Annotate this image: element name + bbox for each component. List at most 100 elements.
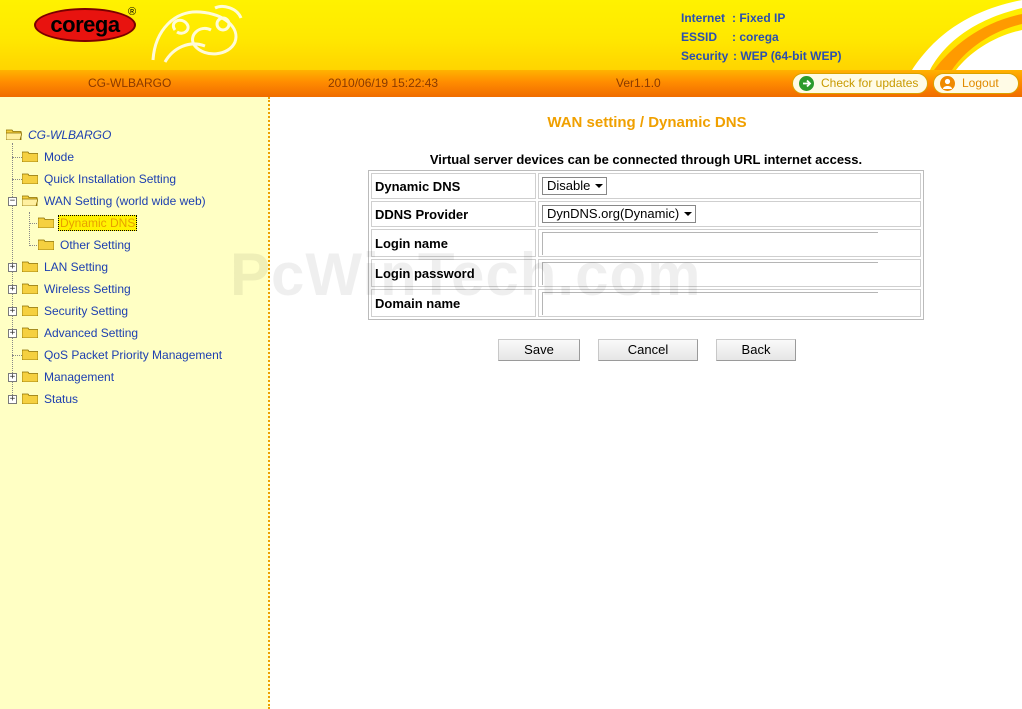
registered-mark: ®	[128, 6, 137, 18]
logo-text: corega	[50, 12, 120, 37]
tree-line	[12, 143, 13, 401]
sidebar-item-other-setting[interactable]: Other Setting	[38, 235, 238, 255]
refresh-icon	[799, 76, 814, 91]
cancel-button[interactable]: Cancel	[598, 339, 698, 361]
folder-icon	[22, 261, 38, 272]
check-updates-button[interactable]: Check for updates	[792, 73, 928, 94]
expand-plus-icon[interactable]: +	[8, 373, 17, 382]
expand-plus-icon[interactable]: +	[8, 329, 17, 338]
decorative-swirl-icon	[151, 4, 243, 63]
sidebar-item-label: Management	[44, 370, 115, 384]
navigation-tree: CG-WLBARGO Mode Quick Installation Setti…	[0, 97, 270, 709]
folder-icon	[38, 239, 54, 250]
logout-icon	[940, 76, 955, 91]
folder-icon	[22, 305, 38, 316]
expand-plus-icon[interactable]: +	[8, 263, 17, 272]
folder-icon	[22, 371, 38, 382]
status-key: ESSID	[681, 30, 718, 44]
dynamic-dns-selected-value: Disable	[547, 178, 591, 193]
sidebar-item-label: LAN Setting	[44, 260, 109, 274]
status-key: Internet	[681, 11, 726, 25]
folder-icon	[22, 173, 38, 184]
watermark: PcWinTech.com	[230, 241, 702, 308]
sidebar-item-security-setting[interactable]: Security Setting	[22, 301, 252, 321]
sidebar-item-quick-installation[interactable]: Quick Installation Setting	[22, 169, 252, 189]
ddns-provider-label: DDNS Provider	[371, 201, 536, 227]
dynamic-dns-label: Dynamic DNS	[371, 173, 536, 199]
intro-text: Virtual server devices can be connected …	[429, 152, 863, 167]
sidebar-item-label: Security Setting	[44, 304, 129, 318]
sidebar-item-lan-setting[interactable]: LAN Setting	[22, 257, 252, 277]
ddns-provider-select[interactable]: DynDNS.org(Dynamic)	[542, 205, 697, 223]
logout-button[interactable]: Logout	[933, 73, 1019, 94]
ddns-provider-selected-value: DynDNS.org(Dynamic)	[547, 206, 680, 221]
collapse-minus-icon[interactable]: −	[8, 197, 17, 206]
save-button[interactable]: Save	[498, 339, 580, 361]
tree-line	[12, 355, 22, 356]
sidebar-item-label: Quick Installation Setting	[44, 172, 177, 186]
status-value: Fixed IP	[739, 11, 786, 25]
folder-icon	[22, 349, 38, 360]
sidebar-item-label: Wireless Setting	[44, 282, 131, 296]
dropdown-arrow-icon	[684, 212, 693, 216]
tree-line	[12, 179, 22, 180]
sidebar: CG-WLBARGO Mode Quick Installation Setti…	[0, 97, 270, 709]
sidebar-item-label: Other Setting	[60, 238, 131, 252]
check-updates-label: Check for updates	[821, 76, 919, 90]
ddns-provider-cell: DynDNS.org(Dynamic)	[538, 201, 921, 227]
status-value: corega	[739, 30, 779, 44]
tree-line	[29, 245, 37, 246]
sidebar-item-label: Advanced Setting	[44, 326, 139, 340]
folder-icon	[38, 217, 54, 228]
folder-open-icon	[6, 129, 22, 140]
expand-plus-icon[interactable]: +	[8, 395, 17, 404]
folder-open-icon	[22, 195, 38, 206]
tree-line	[29, 212, 30, 244]
current-datetime: 2010/06/19 15:22:43	[328, 76, 439, 90]
status-security: Security: WEP (64-bit WEP)	[681, 47, 841, 66]
dropdown-arrow-icon	[595, 184, 604, 188]
page-title: WAN setting / Dynamic DNS	[547, 114, 747, 131]
sidebar-item-label: Mode	[44, 150, 75, 164]
folder-icon	[22, 393, 38, 404]
connection-status: Internet: Fixed IP ESSID: corega Securit…	[681, 9, 841, 66]
sidebar-root-label: CG-WLBARGO	[28, 128, 112, 142]
status-key: Security	[681, 49, 729, 63]
tree-line	[29, 223, 37, 224]
expand-plus-icon[interactable]: +	[8, 285, 17, 294]
sidebar-item-label-selected: Dynamic DNS	[58, 215, 138, 231]
sidebar-item-mode[interactable]: Mode	[22, 147, 252, 167]
status-internet: Internet: Fixed IP	[681, 9, 841, 28]
corega-logo: corega	[34, 8, 136, 42]
sidebar-item-label: WAN Setting (world wide web)	[44, 194, 206, 208]
sidebar-root[interactable]: CG-WLBARGO	[6, 125, 206, 145]
sidebar-item-label: Status	[44, 392, 79, 406]
sidebar-item-wan-setting[interactable]: WAN Setting (world wide web)	[22, 191, 252, 211]
sidebar-item-label: QoS Packet Priority Management	[44, 348, 223, 362]
info-bar: CG-WLBARGO 2010/06/19 15:22:43 Ver1.1.0 …	[0, 70, 1022, 97]
main-content: WAN setting / Dynamic DNS Virtual server…	[272, 97, 1022, 709]
folder-icon	[22, 151, 38, 162]
header-swoosh-icon	[912, 0, 1022, 70]
sidebar-item-advanced-setting[interactable]: Advanced Setting	[22, 323, 252, 343]
header: corega ® Internet: Fixed IP ESSID: coreg…	[0, 0, 1022, 70]
tree-line	[12, 157, 22, 158]
logout-label: Logout	[962, 76, 999, 90]
sidebar-item-qos[interactable]: QoS Packet Priority Management	[22, 345, 262, 365]
form-row-ddns-provider: DDNS Provider DynDNS.org(Dynamic)	[371, 201, 921, 227]
sidebar-item-management[interactable]: Management	[22, 367, 252, 387]
device-name: CG-WLBARGO	[88, 76, 172, 90]
dynamic-dns-select[interactable]: Disable	[542, 177, 608, 195]
dynamic-dns-cell: Disable	[538, 173, 921, 199]
form-row-dynamic-dns: Dynamic DNS Disable	[371, 173, 921, 199]
folder-icon	[22, 327, 38, 338]
sidebar-item-wireless-setting[interactable]: Wireless Setting	[22, 279, 252, 299]
folder-icon	[22, 283, 38, 294]
back-button[interactable]: Back	[716, 339, 796, 361]
status-essid: ESSID: corega	[681, 28, 841, 47]
expand-plus-icon[interactable]: +	[8, 307, 17, 316]
status-value: WEP (64-bit WEP)	[740, 49, 842, 63]
firmware-version: Ver1.1.0	[616, 76, 661, 90]
sidebar-item-status[interactable]: Status	[22, 389, 252, 409]
sidebar-item-dynamic-dns[interactable]: Dynamic DNS	[38, 213, 238, 233]
